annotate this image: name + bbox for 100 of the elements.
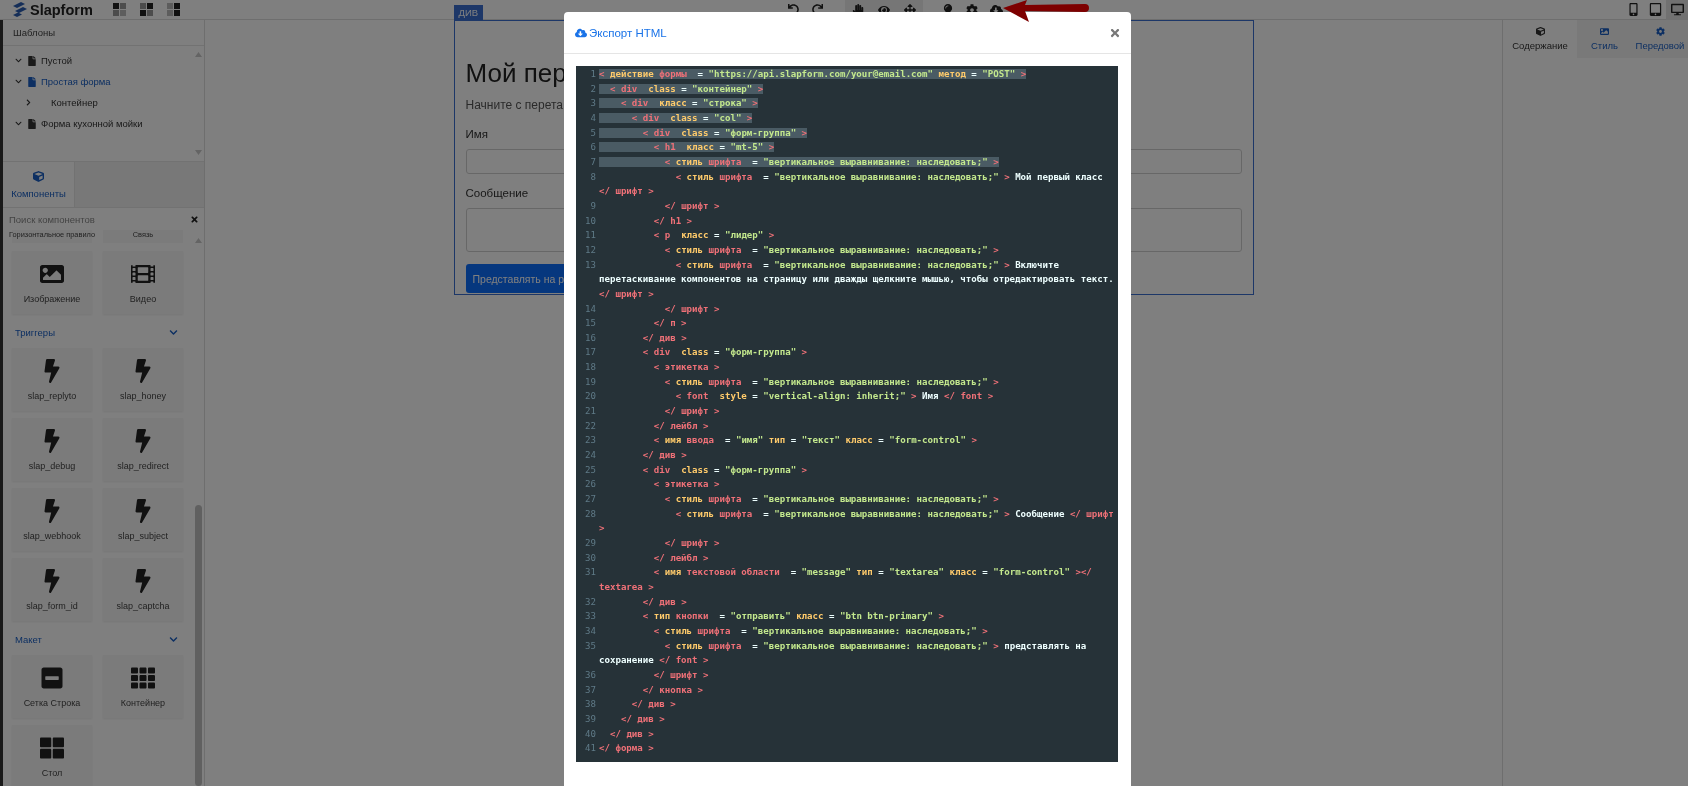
code-line: < имя текстовой области = "message" тип = "textarea" класс = "form-control" ></ textarea > — [599, 567, 1093, 592]
component-block[interactable]: slap_captcha — [103, 558, 183, 621]
code-line: </ п > — [652, 318, 687, 329]
code-line: </ див > — [641, 332, 687, 343]
field-label: Сообщение — [465, 186, 529, 200]
device-button[interactable] — [1666, 0, 1688, 20]
table-icon — [40, 735, 64, 760]
code-line: < font style = "vertical-align: inherit;" > Имя </ font > — [674, 391, 994, 402]
code-line: </ шрифт > — [663, 538, 720, 548]
line-number: 12 — [584, 243, 596, 257]
line-number: 39 — [584, 712, 596, 726]
close-button[interactable] — [188, 213, 200, 225]
component-block[interactable]: Сетка Строка — [12, 655, 92, 718]
line-number: 18 — [584, 361, 596, 375]
line-number: 13 — [584, 258, 596, 272]
component-block[interactable]: slap_webhook — [12, 488, 92, 551]
file-icon — [27, 76, 37, 87]
line-number: 4 — [589, 111, 596, 125]
line-number: 22 — [584, 419, 596, 433]
code-line: < стиль шрифта = "вертикальное выравнивание: наследовать;" > представлять на сохранение </ font > — [599, 640, 1088, 666]
code-line: < имя ввода = "имя" тип = "текст" класс = "form-control" > — [652, 435, 977, 446]
line-number: 8 — [589, 170, 596, 184]
component-block[interactable]: slap_replyto — [12, 348, 92, 411]
code-line: < тип кнопки = "отправить" класс = "btn btn-primary" > — [641, 611, 944, 622]
code-line: </ див > — [608, 728, 654, 739]
component-block[interactable]: slap_subject — [103, 488, 183, 551]
tree-item[interactable]: Форма кухонной мойки — [27, 118, 143, 129]
line-number: 33 — [584, 610, 596, 624]
image-icon — [1600, 27, 1609, 36]
code-line: </ шрифт > — [663, 200, 720, 211]
line-number: 19 — [584, 375, 596, 389]
layout-icon[interactable] — [139, 3, 153, 16]
code-line: < стиль шрифта = "вертикальное выравнивание: наследовать;" > Мой первый класс </ шрифт > — [599, 171, 1104, 197]
code-line: < div class = "форм-группа" > — [641, 464, 808, 475]
component-block[interactable]: Контейнер — [103, 655, 183, 718]
component-block[interactable]: slap_debug — [12, 418, 92, 481]
components-tab[interactable]: Компоненты — [3, 162, 75, 207]
cloud-download-icon — [575, 26, 587, 39]
page-heading: Мой пер — [465, 57, 567, 90]
line-number: 20 — [584, 390, 596, 404]
code-line: < этикетка > — [652, 479, 720, 490]
code-line: </ шрифт > — [663, 303, 720, 314]
line-number: 14 — [584, 302, 596, 316]
settings-icon — [1655, 27, 1665, 36]
code-line: </ див > — [641, 596, 687, 607]
chevron-icon[interactable] — [169, 327, 178, 337]
desktop-icon — [1670, 3, 1684, 16]
chevron-icon[interactable] — [169, 634, 178, 644]
close-button[interactable] — [1109, 26, 1121, 39]
component-block[interactable]: slap_redirect — [103, 418, 183, 481]
cube-icon — [1535, 27, 1545, 36]
line-number: 27 — [584, 493, 596, 507]
code-line: </ шрифт > — [652, 669, 709, 680]
templates-title: Шаблоны — [3, 20, 204, 46]
component-block[interactable]: slap_form_id — [12, 558, 92, 621]
component-block[interactable]: Видео — [103, 251, 183, 314]
grid-icon — [131, 665, 155, 690]
line-number: 9 — [589, 199, 596, 213]
line-number: 40 — [584, 727, 596, 741]
phone-icon — [1626, 3, 1640, 16]
line-number: 11 — [584, 229, 596, 243]
search-field[interactable]: Поиск компонентов — [9, 213, 188, 225]
line-number: 7 — [589, 155, 596, 169]
code-line: < div class = "форм-группа" > — [641, 347, 808, 358]
code-line: < стиль шрифта = "вертикальное выравнивание: наследовать;" > Включите перетаскивание компонентов на страницу или дважды щелкните мышью, чтобы отредактировать текст. </ шрифт > — [599, 259, 1115, 299]
line-number: 29 — [584, 537, 596, 550]
tree-item[interactable]: Контейнер — [51, 97, 98, 108]
code-line: </ лейбл > — [652, 420, 709, 431]
line-number: 41 — [584, 742, 596, 756]
line-number: 28 — [584, 507, 596, 521]
layout-icon[interactable] — [112, 3, 126, 16]
line-number: 37 — [584, 683, 596, 697]
component-block[interactable]: slap_honey — [103, 348, 183, 411]
component-block[interactable]: Стол — [12, 725, 92, 786]
code-line: < стиль шрифта = "вертикальное выравнивание: наследовать;" > — [663, 376, 999, 387]
logo-icon — [12, 2, 28, 17]
code-line: </ див > — [619, 713, 665, 724]
tree-item[interactable]: Пустой — [27, 55, 73, 66]
scrollbar-thumb[interactable] — [194, 505, 202, 786]
layout-icon[interactable] — [166, 3, 180, 16]
line-number: 36 — [584, 668, 596, 682]
file-icon — [27, 118, 37, 129]
line-number: 16 — [584, 331, 596, 345]
code-line: </ h1 > — [652, 215, 693, 226]
code-line: </ форма > — [599, 743, 654, 754]
line-number: 1 — [589, 68, 596, 81]
line-number: 34 — [584, 624, 596, 638]
category-title: Триггеры — [15, 326, 55, 338]
code-line: </ лейбл > — [652, 552, 709, 563]
line-number: 31 — [584, 566, 596, 580]
line-number: 2 — [589, 82, 596, 96]
cube-icon — [33, 170, 44, 182]
component-block[interactable]: Изображение — [12, 251, 92, 314]
tree-item[interactable]: Простая форма — [27, 76, 111, 87]
code-line: < p класс = "лидер" > — [652, 230, 775, 241]
line-number: 24 — [584, 449, 596, 463]
panel-tab[interactable]: Стиль — [1577, 20, 1632, 58]
code-line: < этикетка > — [652, 362, 720, 373]
panel-tab[interactable]: Передовой — [1632, 20, 1688, 58]
line-number: 23 — [584, 434, 596, 448]
